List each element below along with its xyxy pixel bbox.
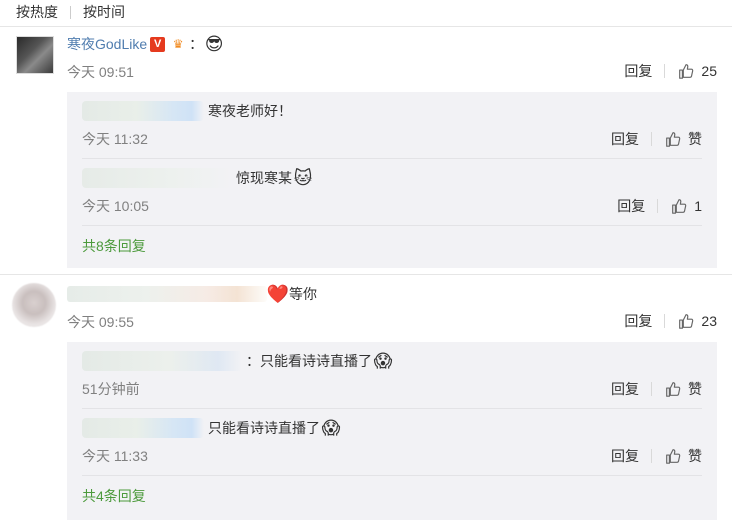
more-replies-link[interactable]: 共4条回复	[82, 486, 146, 506]
top-divider	[0, 26, 732, 27]
reply-time: 今天 11:32	[82, 131, 148, 147]
cat-emoji-icon: 🐱	[293, 168, 313, 188]
reply-actions: 回复 赞	[611, 129, 702, 149]
reply-content: 只能看诗诗直播了 😱	[82, 417, 342, 439]
blurred-username[interactable]	[82, 101, 204, 121]
reply-button[interactable]: 回复	[611, 446, 639, 466]
like-count: 赞	[688, 448, 702, 464]
comment-actions: 回复 23	[624, 311, 717, 331]
shocked-emoji-icon: 😱	[321, 418, 341, 438]
thumb-up-icon	[679, 314, 694, 329]
reply-content: 惊现寒某 🐱	[82, 167, 314, 189]
reply-time: 今天 10:05	[82, 198, 149, 214]
more-replies-link[interactable]: 共8条回复	[82, 236, 146, 256]
blurred-username[interactable]	[67, 286, 267, 302]
like-count: 赞	[688, 131, 702, 147]
reply-item: ：只能看诗诗直播了 😱 51分钟前 回复 赞	[82, 350, 702, 400]
reply-button[interactable]: 回复	[624, 311, 652, 331]
reply-time: 51分钟前	[82, 381, 140, 397]
avatar[interactable]	[16, 36, 54, 74]
reply-divider	[82, 225, 702, 226]
sunglasses-emoji-icon: 😎	[204, 34, 224, 54]
reply-item: 寒夜老师好！ 今天 11:32 回复 赞	[82, 100, 702, 150]
replies-box: 寒夜老师好！ 今天 11:32 回复 赞 惊现寒某 🐱 今天 10:05 回复 …	[67, 92, 717, 268]
reply-item: 只能看诗诗直播了 😱 今天 11:33 回复 赞	[82, 417, 702, 467]
reply-divider	[82, 158, 702, 159]
like-button[interactable]: 23	[677, 312, 717, 330]
like-button[interactable]: 赞	[664, 379, 702, 399]
username-link[interactable]: 寒夜GodLike	[67, 34, 147, 54]
action-separator	[664, 314, 666, 328]
replies-box: ：只能看诗诗直播了 😱 51分钟前 回复 赞 只能看诗诗直播了 😱 今天 11:…	[67, 342, 717, 520]
sort-by-hot-tab[interactable]: 按热度	[16, 2, 58, 22]
reply-text: 惊现寒某	[236, 170, 292, 186]
like-button[interactable]: 1	[670, 197, 702, 215]
comment-header: 寒夜GodLike V ♛ ： 😎	[67, 33, 225, 55]
avatar[interactable]	[12, 283, 56, 327]
comment-text: 等你	[289, 286, 317, 302]
blurred-username[interactable]	[82, 168, 232, 188]
reply-item: 惊现寒某 🐱 今天 10:05 回复 1	[82, 167, 702, 217]
like-count: 赞	[688, 381, 702, 397]
comment-divider	[0, 274, 732, 275]
thumb-up-icon	[666, 449, 681, 464]
like-count: 1	[694, 198, 702, 214]
comment-time: 今天 09:51	[67, 64, 134, 80]
comment-item: 寒夜GodLike V ♛ ： 😎 今天 09:51 回复 25 寒夜老师好！ …	[0, 33, 732, 271]
heart-emoji-icon: ❤️	[266, 284, 290, 304]
reply-text: 只能看诗诗直播了	[208, 420, 320, 436]
reply-actions: 回复 赞	[611, 379, 702, 399]
reply-button[interactable]: 回复	[611, 129, 639, 149]
reply-button[interactable]: 回复	[624, 61, 652, 81]
sort-tabs: 按热度 按时间	[16, 2, 125, 22]
reply-actions: 回复 1	[617, 196, 702, 216]
reply-time: 今天 11:33	[82, 448, 148, 464]
shocked-emoji-icon: 😱	[373, 351, 393, 371]
like-count: 25	[701, 63, 717, 79]
reply-button[interactable]: 回复	[617, 196, 645, 216]
reply-text: ：只能看诗诗直播了	[246, 353, 372, 369]
action-separator	[651, 132, 652, 146]
thumb-up-icon	[666, 382, 681, 397]
sort-separator	[70, 5, 71, 19]
reply-actions: 回复 赞	[611, 446, 702, 466]
sort-by-time-tab[interactable]: 按时间	[83, 2, 125, 22]
like-button[interactable]: 25	[677, 62, 717, 80]
comment-item: ❤️ 等你 今天 09:55 回复 23 ：只能看诗诗直播了 😱 51分钟前 回…	[0, 283, 732, 523]
like-count: 23	[701, 313, 717, 329]
reply-divider	[82, 408, 702, 409]
like-button[interactable]: 赞	[664, 446, 702, 466]
comment-actions: 回复 25	[624, 61, 717, 81]
comment-time: 今天 09:55	[67, 314, 134, 330]
action-separator	[664, 64, 666, 78]
thumb-up-icon	[679, 64, 694, 79]
like-button[interactable]: 赞	[664, 129, 702, 149]
action-separator	[651, 449, 652, 463]
reply-divider	[82, 475, 702, 476]
reply-text: 寒夜老师好！	[208, 103, 292, 119]
blurred-username[interactable]	[82, 351, 242, 371]
comment-header: ❤️ 等你	[67, 283, 317, 305]
verified-badge-icon[interactable]: V	[150, 36, 166, 52]
reply-button[interactable]: 回复	[611, 379, 639, 399]
reply-content: ：只能看诗诗直播了 😱	[82, 350, 394, 372]
thumb-up-icon	[672, 199, 687, 214]
comment-text: ：	[189, 36, 204, 52]
action-separator	[651, 382, 652, 396]
blurred-username[interactable]	[82, 418, 204, 438]
action-separator	[657, 199, 659, 213]
vip-badge-icon[interactable]: ♛	[167, 36, 189, 52]
reply-content: 寒夜老师好！	[82, 100, 292, 122]
thumb-up-icon	[666, 132, 681, 147]
